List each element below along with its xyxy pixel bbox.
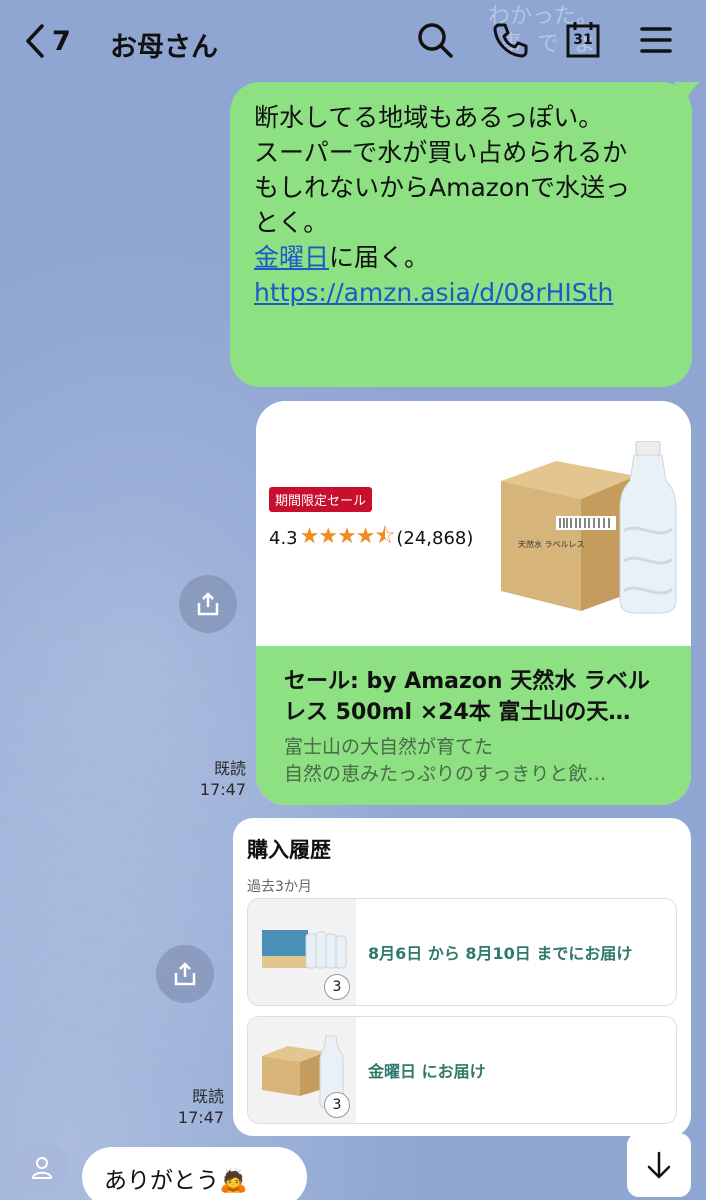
quantity-badge: 3 (324, 1092, 350, 1118)
message-text: ありがとう (104, 1168, 219, 1194)
arrow-down-icon (647, 1151, 671, 1179)
avatar[interactable] (15, 1140, 69, 1194)
message-text: に届く。 (329, 243, 430, 272)
message-time: 17:47 (199, 780, 246, 799)
history-item[interactable]: 3 金曜日 にお届け (247, 1016, 677, 1124)
message-time: 17:47 (177, 1108, 224, 1127)
incoming-message[interactable]: ありがとう🙇 (82, 1147, 307, 1200)
call-button[interactable] (490, 20, 530, 60)
unread-count: 7 (52, 25, 71, 57)
product-info: セール: by Amazon 天然水 ラベル レス 500ml ×24本 富士山… (256, 646, 691, 805)
product-preview: 期間限定セール 4.3 ★★★★⯪ (24,868) 天然水 ラベルレス (256, 401, 691, 646)
search-button[interactable] (415, 20, 455, 60)
outgoing-message[interactable]: 断水してる地域もあるっぽい。 スーパーで水が買い占められるか もしれないからAm… (230, 82, 700, 387)
rating-value: 4.3 (269, 527, 298, 549)
share-button[interactable] (179, 575, 237, 633)
read-label: 既読 (191, 1087, 224, 1106)
message-line: とく。 (254, 208, 329, 237)
product-description-line: 富士山の大自然が育てた (284, 736, 494, 758)
read-receipt: 既読 17:47 (168, 1086, 224, 1128)
order-thumbnail: 3 (248, 899, 356, 1005)
product-image: 天然水 ラベルレス (501, 441, 677, 614)
product-description: 富士山の大自然が育てた 自然の恵みたっぷりのすっきりと飲… (284, 734, 663, 788)
scroll-to-bottom-button[interactable] (627, 1133, 691, 1197)
share-button[interactable] (156, 945, 214, 1003)
product-title-line: セール: by Amazon 天然水 ラベル (284, 669, 650, 694)
product-link-card[interactable]: 期間限定セール 4.3 ★★★★⯪ (24,868) 天然水 ラベルレス セール… (256, 401, 691, 805)
product-title: セール: by Amazon 天然水 ラベル レス 500ml ×24本 富士山… (284, 666, 663, 728)
quantity-badge: 3 (324, 974, 350, 1000)
chat-header: わかった。 事 で よ 7 お母さん 31 (0, 0, 706, 82)
hamburger-menu-icon (640, 27, 672, 53)
purchase-history-card[interactable]: 購入履歴 過去3か月 3 8月6日 から 8月10日 までにお届け 3 金曜日 … (233, 818, 691, 1136)
url-link[interactable]: https://amzn.asia/d/08rHISth (254, 275, 668, 310)
share-icon (197, 592, 219, 616)
history-item[interactable]: 3 8月6日 から 8月10日 までにお届け (247, 898, 677, 1006)
delivery-status: 金曜日 にお届け (368, 1062, 486, 1081)
calendar-button[interactable]: 31 (565, 20, 605, 60)
bubble-tail (674, 82, 700, 104)
bowing-emoji-icon: 🙇 (219, 1168, 248, 1194)
back-button[interactable]: 7 (22, 22, 71, 60)
read-receipt: 既読 17:47 (190, 758, 246, 800)
phone-icon (493, 23, 528, 58)
product-title-line: レス 500ml ×24本 富士山の天… (284, 700, 631, 725)
share-icon (174, 962, 196, 986)
order-thumbnail: 3 (248, 1017, 356, 1123)
delivery-status: 8月6日 から 8月10日 までにお届け (368, 944, 633, 963)
history-subtitle: 過去3か月 (247, 879, 312, 895)
message-line: スーパーで水が買い占められるか (254, 138, 628, 167)
date-link[interactable]: 金曜日 (254, 243, 329, 272)
chat-title: お母さん (110, 32, 218, 63)
product-description-line: 自然の恵みたっぷりのすっきりと飲… (284, 763, 607, 785)
calendar-day: 31 (573, 32, 593, 48)
search-icon (418, 23, 453, 58)
review-count: (24,868) (396, 527, 474, 549)
message-line: 断水してる地域もあるっぽい。 (254, 103, 604, 132)
box-label: 天然水 ラベルレス (518, 539, 585, 549)
message-line: もしれないからAmazonで水送っ (254, 173, 631, 202)
rating-row: 4.3 ★★★★⯪ (24,868) (269, 519, 473, 557)
user-icon (31, 1157, 53, 1179)
read-label: 既読 (213, 759, 246, 778)
history-title: 購入履歴 (247, 838, 331, 862)
sale-badge: 期間限定セール (269, 487, 373, 512)
menu-button[interactable] (638, 20, 678, 60)
star-rating-icon: ★★★★⯪ (299, 524, 396, 549)
chevron-left-icon (26, 24, 44, 58)
